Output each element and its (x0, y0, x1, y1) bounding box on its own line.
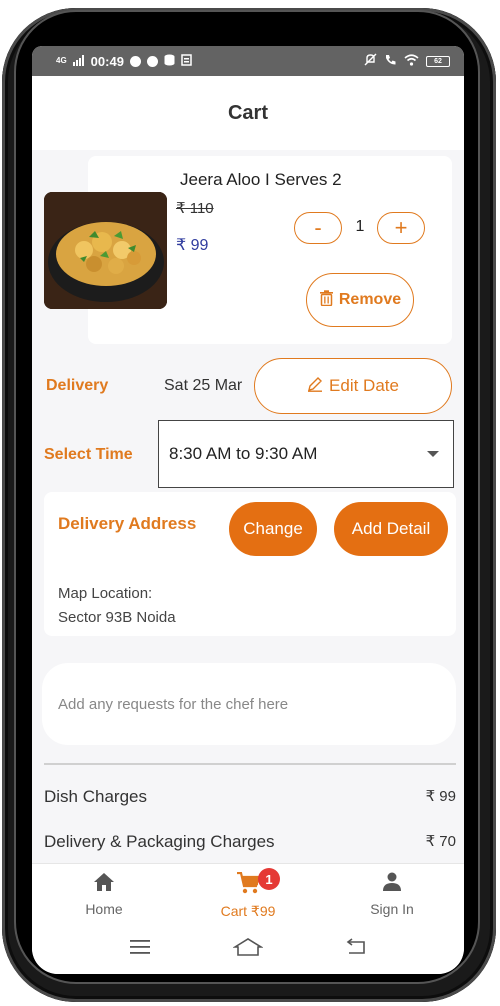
cart-count-badge: 1 (258, 868, 280, 890)
cart-icon (236, 871, 261, 903)
nav-cart[interactable]: Cart ₹99 1 (176, 864, 320, 925)
bottom-navigation: Home Cart ₹99 1 Sign In (32, 863, 464, 925)
delivery-charges-label: Delivery & Packaging Charges (44, 832, 275, 851)
network-indicator: 4G (56, 56, 67, 65)
signal-icon (72, 54, 85, 69)
dish-charges-amount: ₹ 99 (425, 788, 456, 805)
delivery-address-card: Delivery Address Change Add Detail Map L… (44, 492, 456, 636)
database-icon (164, 54, 175, 69)
item-price: ₹ 99 (176, 237, 209, 254)
menu-icon[interactable] (129, 939, 151, 960)
home-button-icon[interactable] (232, 937, 264, 962)
nav-home-label: Home (85, 901, 123, 917)
dish-image (44, 192, 167, 309)
delivery-date: Sat 25 Mar (164, 377, 243, 394)
map-location-label: Map Location: (58, 585, 153, 602)
nav-sign-in[interactable]: Sign In (320, 864, 464, 925)
delivery-charges-amount: ₹ 70 (425, 833, 456, 850)
nav-home[interactable]: Home (32, 864, 176, 925)
dish-charges-label: Dish Charges (44, 787, 147, 806)
remove-item-button[interactable]: Remove (306, 273, 414, 327)
nav-sign-in-label: Sign In (370, 901, 414, 917)
add-detail-button[interactable]: Add Detail (334, 502, 448, 556)
battery-icon: 62 (426, 55, 450, 67)
time-slot-value: 8:30 AM to 9:30 AM (169, 444, 318, 463)
chat-icon (129, 55, 141, 67)
page-title: Cart (227, 101, 268, 124)
nav-cart-label: Cart ₹99 (220, 903, 276, 919)
status-bar: 4G 00:49 62 (32, 46, 464, 76)
app-screen: 4G 00:49 62 Cart Jeera Aloo I Serves 2 ₹… (32, 46, 464, 974)
delivery-label: Delivery (46, 377, 109, 394)
select-time-label: Select Time (44, 446, 133, 463)
remove-label: Remove (338, 291, 402, 308)
home-icon (93, 872, 115, 901)
item-name: Jeera Aloo I Serves 2 (180, 170, 342, 189)
map-location-value: Sector 93B Noida (58, 609, 176, 626)
person-icon (382, 872, 402, 901)
system-navigation-bar (32, 925, 464, 974)
change-address-button[interactable]: Change (229, 502, 317, 556)
pencil-icon (307, 376, 323, 397)
dropdown-arrow-icon (427, 451, 439, 457)
dish-charges-row: Dish Charges ₹ 99 (44, 787, 456, 807)
app-header: Cart (32, 76, 464, 150)
chef-request-input[interactable]: Add any requests for the chef here (42, 663, 456, 745)
quantity-value: 1 (355, 218, 365, 235)
divider (44, 763, 456, 765)
app-notification-icon (146, 55, 158, 67)
time-slot-dropdown[interactable]: 8:30 AM to 9:30 AM (158, 420, 454, 488)
trash-icon (319, 289, 334, 311)
status-time: 00:49 (90, 53, 124, 69)
item-original-price: ₹ 110 (176, 200, 214, 217)
delivery-charges-row: Delivery & Packaging Charges ₹ 70 (44, 832, 456, 852)
edit-date-label: Edit Date (329, 376, 399, 395)
increase-quantity-button[interactable]: + (377, 212, 425, 244)
delivery-address-title: Delivery Address (58, 514, 197, 533)
back-icon[interactable] (345, 938, 367, 961)
call-icon (384, 53, 397, 69)
screenshot-icon (181, 53, 192, 69)
decrease-quantity-button[interactable]: - (294, 212, 342, 244)
wifi-icon (404, 53, 419, 69)
mute-icon (364, 53, 377, 69)
edit-date-button[interactable]: Edit Date (254, 358, 452, 414)
chef-request-placeholder: Add any requests for the chef here (58, 695, 289, 713)
